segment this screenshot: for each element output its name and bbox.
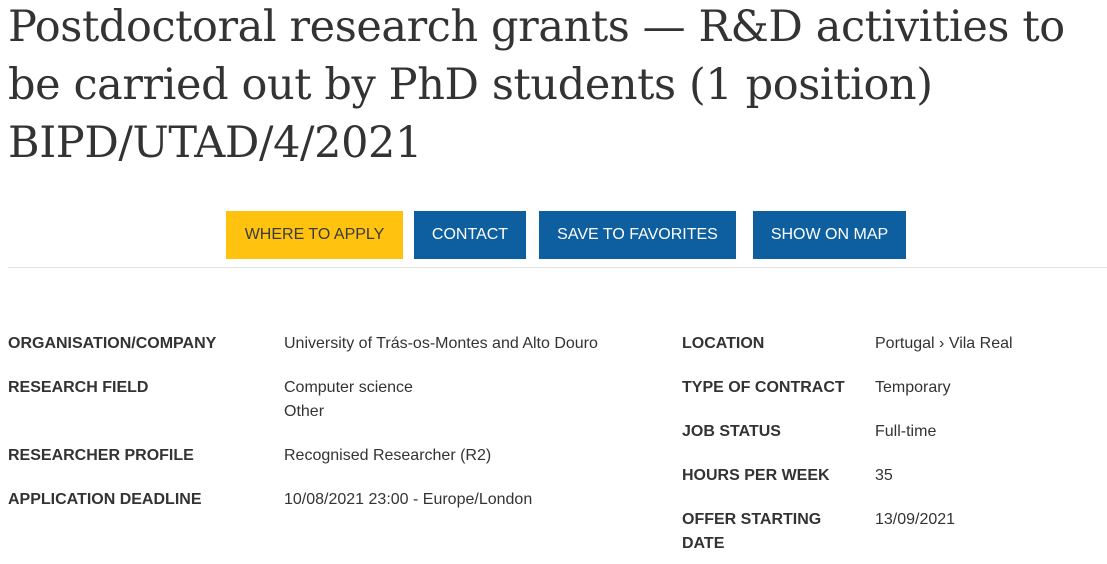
application-deadline-value: 10/08/2021 23:00 - Europe/London — [284, 491, 533, 508]
research-field-value-2: Other — [284, 403, 325, 420]
job-status-value: Full-time — [875, 423, 937, 440]
offer-starting-date-label-2: DATE — [682, 535, 725, 552]
hours-per-week-value: 35 — [875, 467, 893, 484]
page-title: Postdoctoral research grants — R&D activ… — [8, 2, 1065, 168]
location-value: Portugal › Vila Real — [875, 335, 1013, 352]
researcher-profile-label: RESEARCHER PROFILE — [8, 447, 194, 464]
where-to-apply-button[interactable]: WHERE TO APPLY — [226, 211, 403, 259]
research-field-label: RESEARCH FIELD — [8, 379, 149, 396]
organisation-label: ORGANISATION/COMPANY — [8, 335, 217, 352]
type-of-contract-value: Temporary — [875, 379, 951, 396]
hours-per-week-label: HOURS PER WEEK — [682, 467, 830, 484]
show-on-map-button[interactable]: SHOW ON MAP — [753, 211, 906, 259]
researcher-profile-value: Recognised Researcher (R2) — [284, 447, 492, 464]
offer-starting-date-value: 13/09/2021 — [875, 511, 956, 528]
location-label: LOCATION — [682, 335, 765, 352]
job-status-label: JOB STATUS — [682, 423, 781, 440]
type-of-contract-label: TYPE OF CONTRACT — [682, 379, 845, 396]
organisation-value: University of Trás-os-Montes and Alto Do… — [284, 335, 598, 352]
contact-button[interactable]: CONTACT — [414, 211, 526, 259]
application-deadline-label: APPLICATION DEADLINE — [8, 491, 202, 508]
save-to-favorites-button[interactable]: SAVE TO FAVORITES — [539, 211, 736, 259]
research-field-value: Computer science — [284, 379, 413, 396]
offer-starting-date-label: OFFER STARTING — [682, 511, 822, 528]
divider — [8, 267, 1107, 268]
